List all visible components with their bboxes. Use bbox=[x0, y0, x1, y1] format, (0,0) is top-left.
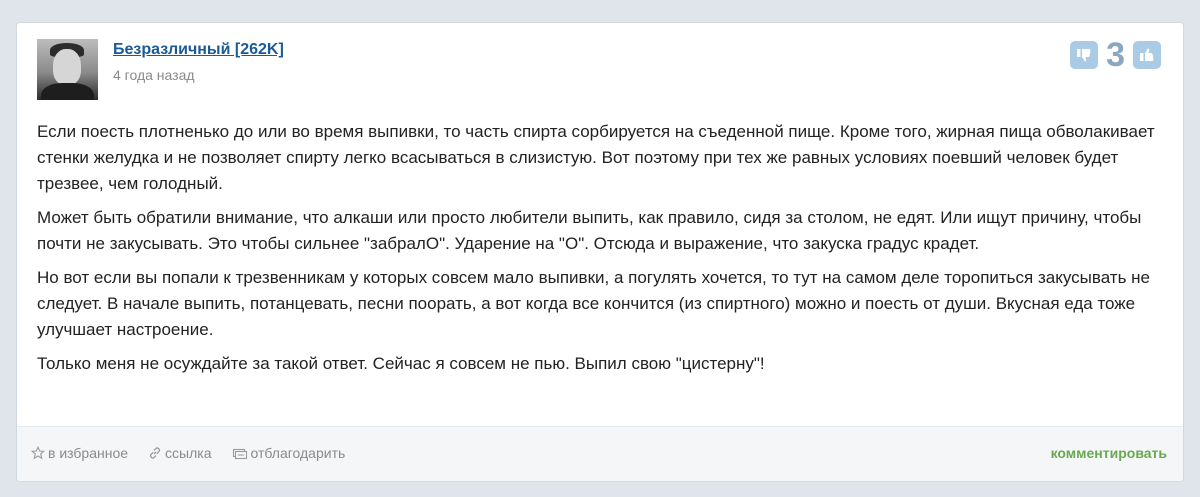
favorite-label: в избранное bbox=[48, 445, 129, 461]
answer-timestamp: 4 года назад bbox=[113, 67, 195, 83]
answer-paragraph: Только меня не осуждайте за такой ответ.… bbox=[37, 354, 765, 373]
footer-actions: в избранное ссылка отблагодарить bbox=[31, 445, 365, 461]
avatar[interactable] bbox=[37, 39, 98, 100]
star-icon bbox=[31, 446, 45, 460]
link-label: ссылка bbox=[165, 445, 212, 461]
author-name-link[interactable]: Безразличный [262K] bbox=[113, 41, 284, 59]
favorite-button[interactable]: в избранное bbox=[31, 445, 128, 461]
vote-widget: 3 bbox=[1070, 37, 1161, 73]
thumbs-down-icon[interactable] bbox=[1070, 41, 1099, 69]
thank-button[interactable]: отблагодарить bbox=[232, 445, 346, 461]
vote-score: 3 bbox=[1106, 36, 1125, 74]
thumbs-up-icon[interactable] bbox=[1133, 41, 1161, 69]
comment-button[interactable]: комментировать bbox=[1051, 445, 1167, 461]
money-icon bbox=[232, 448, 247, 460]
link-icon bbox=[149, 447, 161, 459]
answer-paragraph: Может быть обратили внимание, что алкаши… bbox=[37, 208, 1142, 253]
answer-paragraph: Если поесть плотненько до или во время в… bbox=[37, 122, 1155, 193]
answer-card: Безразличный [262K] 4 года назад 3 Если … bbox=[16, 22, 1184, 482]
thank-label: отблагодарить bbox=[250, 445, 346, 461]
answer-footer: в избранное ссылка отблагодарить коммент… bbox=[17, 426, 1183, 481]
answer-text: Если поесть плотненько до или во время в… bbox=[37, 119, 1167, 385]
answer-paragraph: Но вот если вы попали к трезвенникам у к… bbox=[37, 268, 1151, 339]
link-button[interactable]: ссылка bbox=[148, 445, 212, 461]
